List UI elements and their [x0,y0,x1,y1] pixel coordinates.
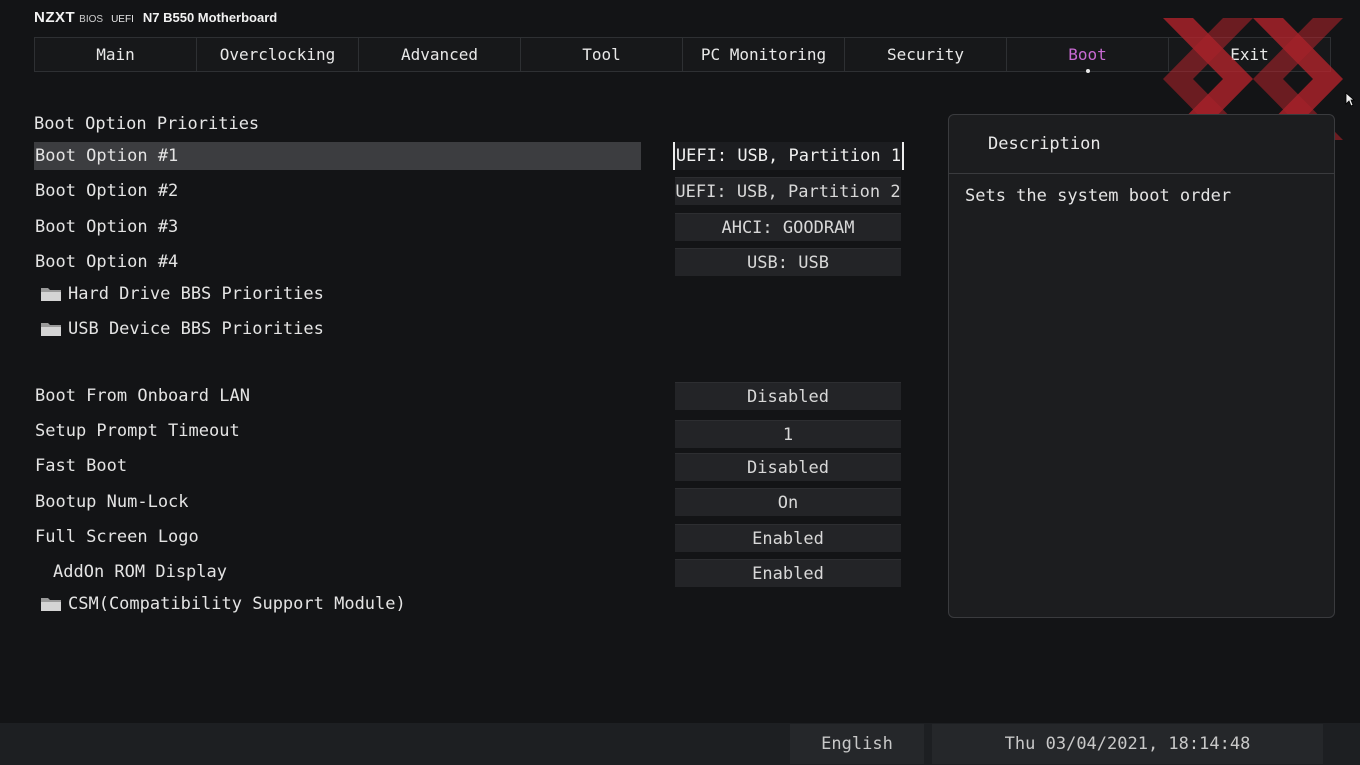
description-text: Sets the system boot order [965,186,1232,206]
boot-from-onboard-lan-value[interactable]: Disabled [675,382,901,410]
usb-device-bbs-priorities-label: USB Device BBS Priorities [68,319,324,339]
boot-option-3-value[interactable]: AHCI: GOODRAM [675,213,901,241]
bootup-num-lock-value[interactable]: On [675,488,901,516]
boot-option-priorities-heading: Boot Option Priorities [34,114,260,134]
folder-icon [39,320,63,338]
tab-security[interactable]: Security [845,38,1007,71]
setup-prompt-timeout-value[interactable]: 1 [675,420,901,448]
boot-option-1-row[interactable]: Boot Option #1 [34,142,641,170]
bootup-num-lock-row[interactable]: Bootup Num-Lock [34,488,641,516]
folder-icon [39,285,63,303]
usb-device-bbs-priorities-item[interactable]: USB Device BBS Priorities [34,315,641,343]
tab-main[interactable]: Main [35,38,197,71]
boot-option-4-value[interactable]: USB: USB [675,248,901,276]
boot-option-3-row[interactable]: Boot Option #3 [34,213,641,241]
boot-option-2-value[interactable]: UEFI: USB, Partition 2 [675,177,901,205]
csm-item[interactable]: CSM(Compatibility Support Module) [34,590,641,618]
fast-boot-value[interactable]: Disabled [675,453,901,481]
tab-tool[interactable]: Tool [521,38,683,71]
full-screen-logo-value[interactable]: Enabled [675,524,901,552]
tab-boot[interactable]: Boot [1007,38,1169,73]
boot-from-onboard-lan-row[interactable]: Boot From Onboard LAN [34,382,641,410]
tab-advanced[interactable]: Advanced [359,38,521,71]
hard-drive-bbs-priorities-item[interactable]: Hard Drive BBS Priorities [34,280,641,308]
boot-option-2-row[interactable]: Boot Option #2 [34,177,641,205]
board-name: N7 B550 Motherboard [142,10,278,25]
datetime-display: Thu 03/04/2021, 18:14:48 [932,724,1323,764]
language-selector[interactable]: English [790,724,924,764]
folder-icon [39,595,63,613]
boot-option-4-row[interactable]: Boot Option #4 [34,248,641,276]
mouse-pointer-icon [1345,92,1355,107]
uefi-label: UEFI [111,14,134,25]
nzxt-logo: NZXT [34,9,76,26]
csm-label: CSM(Compatibility Support Module) [68,594,406,614]
main-tab-bar: Main Overclocking Advanced Tool PC Monit… [34,37,1331,73]
fast-boot-row[interactable]: Fast Boot [34,452,641,480]
full-screen-logo-row[interactable]: Full Screen Logo [34,523,641,551]
addon-rom-display-row[interactable]: AddOn ROM Display [34,558,641,586]
description-title: Description [949,115,1334,174]
boot-option-1-value[interactable]: UEFI: USB, Partition 1 [673,142,904,170]
description-panel: Description Sets the system boot order [948,114,1335,618]
hard-drive-bbs-priorities-label: Hard Drive BBS Priorities [68,284,324,304]
bios-label: BIOS [79,14,104,25]
setup-prompt-timeout-row[interactable]: Setup Prompt Timeout [34,417,641,445]
brand-header: NZXT BIOS UEFI N7 B550 Motherboard [34,9,277,29]
tab-overclocking[interactable]: Overclocking [197,38,359,71]
tab-pc-monitoring[interactable]: PC Monitoring [683,38,845,71]
addon-rom-display-value[interactable]: Enabled [675,559,901,587]
